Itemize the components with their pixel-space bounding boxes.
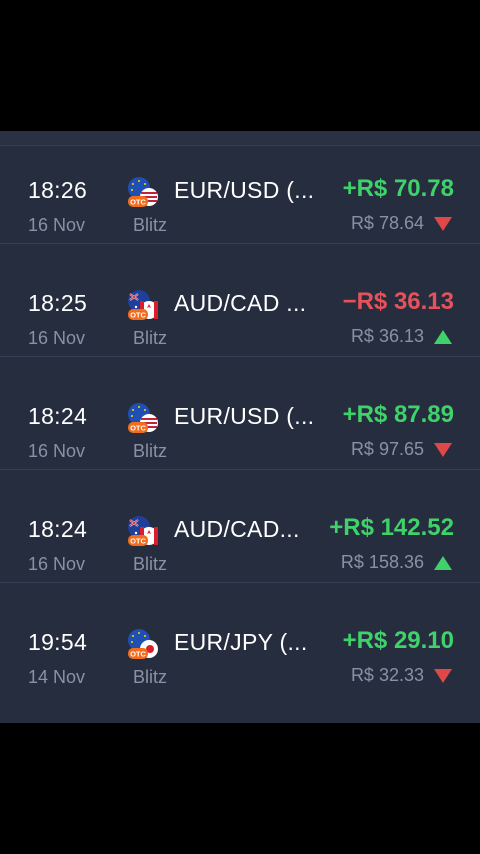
trade-row[interactable]: 19:54 14 Nov OTC EUR/JPY (... Blitz +R$ … bbox=[0, 583, 480, 695]
asset-name: EUR/USD (... bbox=[174, 403, 315, 429]
top-black-area bbox=[0, 0, 480, 131]
otc-badge-label: OTC bbox=[130, 311, 146, 320]
trade-mode: Blitz bbox=[133, 554, 168, 574]
trade-amount: R$ 32.33 bbox=[350, 665, 424, 685]
trade-profit: +R$ 29.10 bbox=[342, 627, 454, 654]
trade-date: 16 Nov bbox=[28, 554, 86, 574]
asset-name: EUR/USD (... bbox=[174, 177, 315, 203]
aud-cad-otc-icon: OTC bbox=[128, 516, 158, 546]
trade-date: 16 Nov bbox=[28, 441, 86, 461]
trade-amount: R$ 158.36 bbox=[340, 552, 424, 572]
arrow-up-icon bbox=[434, 555, 452, 570]
asset-name: AUD/CAD... bbox=[174, 516, 300, 542]
trade-profit: −R$ 36.13 bbox=[342, 288, 454, 315]
trade-amount-group: R$ 97.65 bbox=[351, 439, 452, 460]
trade-mode: Blitz bbox=[133, 667, 168, 687]
trade-mode: Blitz bbox=[133, 441, 168, 461]
arrow-up-icon bbox=[434, 329, 452, 344]
trade-time: 19:54 bbox=[28, 629, 88, 655]
otc-badge-label: OTC bbox=[130, 537, 146, 546]
trade-time: 18:24 bbox=[28, 516, 88, 542]
trade-time: 18:26 bbox=[28, 177, 88, 203]
aud-cad-otc-icon: OTC bbox=[128, 290, 158, 320]
trade-row[interactable]: 18:25 16 Nov OTC AUD/CAD ... Blitz −R$ 3… bbox=[0, 244, 480, 357]
otc-badge-label: OTC bbox=[130, 650, 146, 659]
eur-usd-otc-icon: OTC bbox=[128, 177, 158, 207]
eur-usd-otc-icon: OTC bbox=[128, 403, 158, 433]
trade-date: 14 Nov bbox=[28, 667, 86, 687]
trade-row[interactable]: 18:26 16 Nov OTC EUR/USD (... Blitz +R$ … bbox=[0, 131, 480, 244]
trade-profit: +R$ 142.52 bbox=[329, 514, 454, 541]
bottom-black-area bbox=[0, 723, 480, 854]
trade-amount-group: R$ 78.64 bbox=[351, 213, 452, 234]
trade-profit: +R$ 70.78 bbox=[342, 175, 454, 202]
trade-row[interactable]: 18:24 16 Nov OTC EUR/USD (... Blitz +R$ … bbox=[0, 357, 480, 470]
trade-amount: R$ 97.65 bbox=[350, 439, 424, 459]
trade-mode: Blitz bbox=[133, 215, 168, 235]
trade-mode: Blitz bbox=[133, 328, 168, 348]
asset-name: AUD/CAD ... bbox=[174, 290, 307, 316]
trade-amount-group: R$ 32.33 bbox=[351, 665, 452, 686]
otc-badge-label: OTC bbox=[130, 198, 146, 207]
trade-row[interactable]: 18:24 16 Nov OTC AUD/CAD... Blitz +R$ 14… bbox=[0, 470, 480, 583]
trade-amount: R$ 36.13 bbox=[350, 326, 424, 346]
trade-history-panel: 18:26 16 Nov OTC EUR/USD (... Blitz +R$ … bbox=[0, 131, 480, 723]
trade-date: 16 Nov bbox=[28, 328, 86, 348]
trade-amount: R$ 78.64 bbox=[350, 213, 424, 233]
eur-jpy-otc-icon: OTC bbox=[128, 629, 158, 659]
trade-date: 16 Nov bbox=[28, 215, 86, 235]
asset-name: EUR/JPY (... bbox=[174, 629, 308, 655]
otc-badge-label: OTC bbox=[130, 424, 146, 433]
trade-time: 18:25 bbox=[28, 290, 88, 316]
trade-amount-group: R$ 36.13 bbox=[351, 326, 452, 347]
trade-time: 18:24 bbox=[28, 403, 88, 429]
trade-profit: +R$ 87.89 bbox=[342, 401, 454, 428]
arrow-down-icon bbox=[434, 216, 452, 231]
trade-amount-group: R$ 158.36 bbox=[341, 552, 452, 573]
arrow-down-icon bbox=[434, 442, 452, 457]
arrow-down-icon bbox=[434, 668, 452, 683]
